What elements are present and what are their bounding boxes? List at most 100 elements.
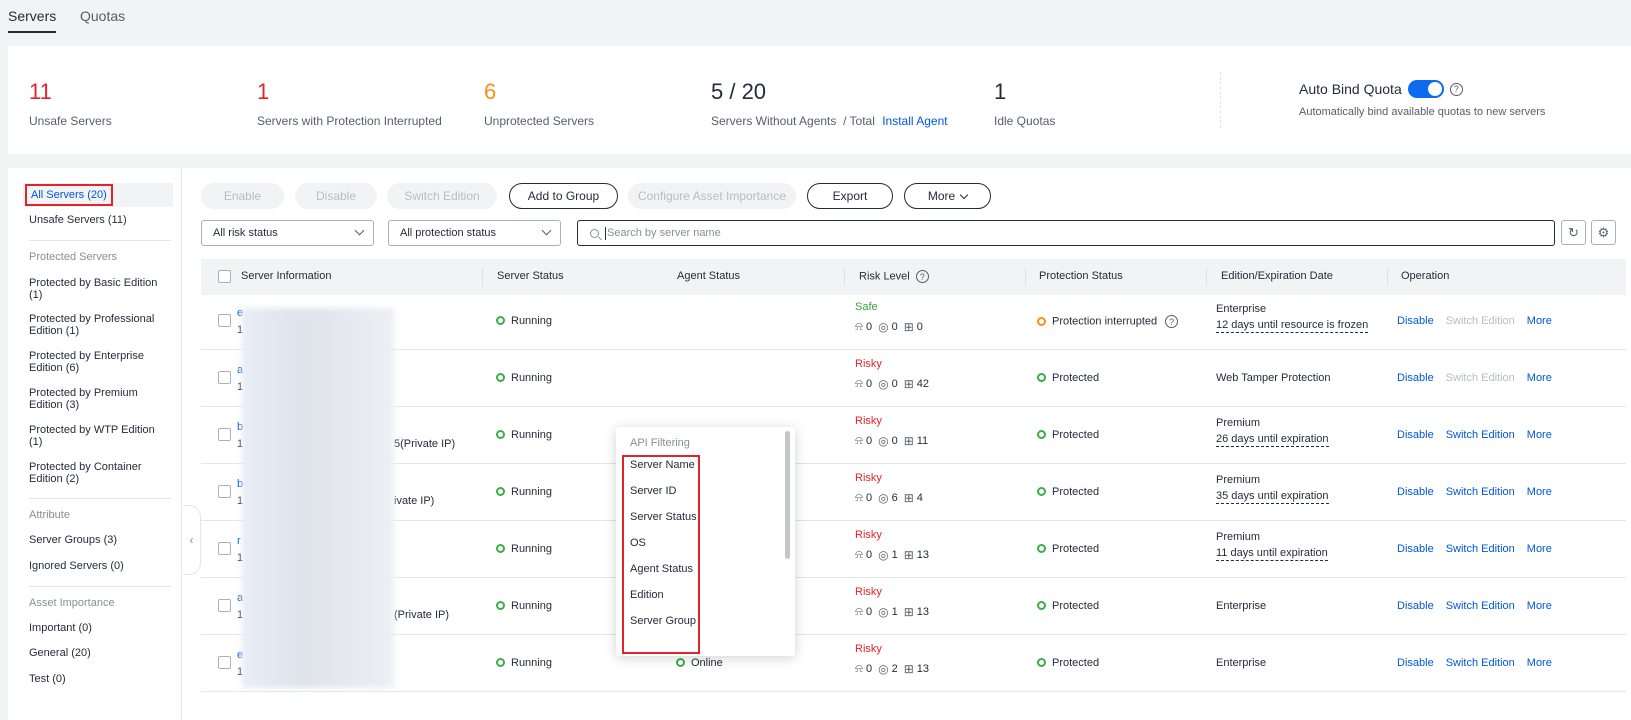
disable-link[interactable]: Disable: [1397, 372, 1434, 384]
help-icon[interactable]: ?: [915, 270, 929, 283]
refresh-icon[interactable]: ↻: [1561, 220, 1586, 245]
alarm-count[interactable]: ⍾ 0: [855, 376, 872, 391]
switch-edition-link[interactable]: Switch Edition: [1446, 315, 1515, 327]
vulnerability-count[interactable]: ◎ 1: [878, 548, 898, 562]
row-checkbox[interactable]: [218, 485, 231, 498]
switch-edition-link[interactable]: Switch Edition: [1446, 657, 1515, 669]
add-to-group-button[interactable]: Add to Group: [509, 183, 618, 209]
dropdown-scrollbar[interactable]: [785, 431, 790, 559]
export-button[interactable]: Export: [807, 183, 893, 209]
dropdown-item-os[interactable]: OS: [630, 537, 646, 549]
disable-link[interactable]: Disable: [1397, 429, 1434, 441]
dropdown-item-server-name[interactable]: Server Name: [630, 459, 695, 471]
switch-edition-link[interactable]: Switch Edition: [1446, 372, 1515, 384]
sidebar-item-test[interactable]: Test (0): [29, 673, 163, 685]
alarm-count[interactable]: ⍾ 0: [855, 547, 872, 562]
alarm-count[interactable]: ⍾ 0: [855, 490, 872, 505]
gear-icon[interactable]: ⚙: [1591, 220, 1616, 245]
stat-unsafe[interactable]: 11 Unsafe Servers: [29, 80, 112, 129]
baseline-count[interactable]: ⊞ 13: [904, 548, 929, 562]
sidebar-item-important[interactable]: Important (0): [29, 622, 163, 634]
alarm-count[interactable]: ⍾ 0: [855, 319, 872, 334]
row-checkbox[interactable]: [218, 314, 231, 327]
vulnerability-count[interactable]: ◎ 0: [878, 320, 898, 334]
alarm-count[interactable]: ⍾ 0: [855, 661, 872, 676]
more-link[interactable]: More: [1527, 486, 1552, 498]
sidebar-item-ignored[interactable]: Ignored Servers (0): [29, 560, 163, 572]
sidebar-item-professional[interactable]: Protected by Professional Edition (1): [29, 313, 163, 337]
row-checkbox[interactable]: [218, 656, 231, 669]
dropdown-item-server-id[interactable]: Server ID: [630, 485, 676, 497]
sidebar-item-basic[interactable]: Protected by Basic Edition (1): [29, 277, 163, 301]
vulnerability-count[interactable]: ◎ 6: [878, 491, 898, 505]
sidebar-item-all-servers[interactable]: All Servers (20): [25, 184, 113, 206]
disable-link[interactable]: Disable: [1397, 600, 1434, 612]
dropdown-item-agent-status[interactable]: Agent Status: [630, 563, 693, 575]
risk-status-select[interactable]: All risk status: [201, 220, 374, 246]
expiration-text[interactable]: 35 days until expiration: [1216, 490, 1329, 504]
more-link[interactable]: More: [1527, 543, 1552, 555]
tab-servers[interactable]: Servers: [8, 8, 57, 33]
table-row[interactable]: e 1 Running Safe ⍾ 0 ◎ 0 ⊞ 0 Protection interrupte…: [201, 293, 1626, 350]
expiration-text[interactable]: 12 days until resource is frozen: [1216, 319, 1369, 333]
disable-button[interactable]: Disable: [295, 183, 377, 209]
table-row[interactable]: b 1 5(Private IP) Running Risky ⍾ 0 ◎ 0 ⊞ 11 Protec…: [201, 407, 1626, 464]
baseline-count[interactable]: ⊞ 13: [904, 605, 929, 619]
help-icon[interactable]: ?: [1449, 82, 1463, 96]
row-checkbox[interactable]: [218, 599, 231, 612]
stat-idle-quotas[interactable]: 1 Idle Quotas: [994, 80, 1055, 129]
switch-edition-link[interactable]: Switch Edition: [1446, 600, 1515, 612]
configure-asset-importance-button[interactable]: Configure Asset Importance: [628, 183, 796, 209]
table-row[interactable]: a 1 Running Risky ⍾ 0 ◎ 0 ⊞ 42 Protected Web Tamper…: [201, 350, 1626, 407]
sidebar-collapse-chevron-icon[interactable]: ‹: [183, 505, 201, 575]
dropdown-item-server-status[interactable]: Server Status: [630, 511, 697, 523]
vulnerability-count[interactable]: ◎ 0: [878, 377, 898, 391]
sidebar-item-enterprise[interactable]: Protected by Enterprise Edition (6): [29, 350, 163, 374]
row-checkbox[interactable]: [218, 542, 231, 555]
expiration-text[interactable]: 26 days until expiration: [1216, 433, 1329, 447]
baseline-count[interactable]: ⊞ 11: [904, 434, 928, 448]
row-checkbox[interactable]: [218, 428, 231, 441]
alarm-count[interactable]: ⍾ 0: [855, 433, 872, 448]
disable-link[interactable]: Disable: [1397, 543, 1434, 555]
more-link[interactable]: More: [1527, 315, 1552, 327]
more-link[interactable]: More: [1527, 657, 1552, 669]
sidebar-item-unsafe[interactable]: Unsafe Servers (11): [29, 214, 163, 226]
stat-interrupted[interactable]: 1 Servers with Protection Interrupted: [257, 80, 442, 129]
expiration-text[interactable]: 11 days until expiration: [1216, 547, 1328, 561]
sidebar-item-container[interactable]: Protected by Container Edition (2): [29, 461, 163, 485]
vulnerability-count[interactable]: ◎ 0: [878, 434, 898, 448]
baseline-count[interactable]: ⊞ 0: [904, 320, 923, 334]
switch-edition-button[interactable]: Switch Edition: [387, 183, 497, 209]
table-row[interactable]: e 1 Running Online Risky ⍾ 0 ◎ 2 ⊞ 13 Protected Ente…: [201, 635, 1626, 692]
dropdown-item-server-group[interactable]: Server Group: [630, 615, 696, 627]
baseline-count[interactable]: ⊞ 4: [904, 491, 923, 505]
auto-bind-toggle[interactable]: [1407, 80, 1444, 98]
more-link[interactable]: More: [1527, 429, 1552, 441]
table-row[interactable]: a1(Private IP)RunningOnlineRisky⍾0◎1⊞13P…: [201, 578, 1626, 635]
row-checkbox[interactable]: [218, 371, 231, 384]
more-link[interactable]: More: [1527, 600, 1552, 612]
sidebar-item-server-groups[interactable]: Server Groups (3): [29, 534, 163, 546]
enable-button[interactable]: Enable: [201, 183, 284, 209]
switch-edition-link[interactable]: Switch Edition: [1446, 543, 1515, 555]
disable-link[interactable]: Disable: [1397, 486, 1434, 498]
vulnerability-count[interactable]: ◎ 2: [878, 662, 898, 676]
sidebar-item-wtp[interactable]: Protected by WTP Edition (1): [29, 424, 163, 448]
table-row[interactable]: b1ivate IP)RunningOnlineRisky⍾0◎6⊞4Prote…: [201, 464, 1626, 521]
alarm-count[interactable]: ⍾ 0: [855, 604, 872, 619]
protection-status-select[interactable]: All protection status: [388, 220, 561, 246]
sidebar-item-premium[interactable]: Protected by Premium Edition (3): [29, 387, 163, 411]
more-link[interactable]: More: [1527, 372, 1552, 384]
baseline-count[interactable]: ⊞ 13: [904, 662, 929, 676]
help-icon[interactable]: ?: [1165, 315, 1179, 328]
server-name-link[interactable]: r: [237, 535, 241, 547]
stat-unprotected[interactable]: 6 Unprotected Servers: [484, 80, 594, 129]
switch-edition-link[interactable]: Switch Edition: [1446, 429, 1515, 441]
disable-link[interactable]: Disable: [1397, 657, 1434, 669]
install-agent-link[interactable]: Install Agent: [882, 114, 947, 128]
table-row[interactable]: r1RunningOnlineRisky⍾0◎1⊞13ProtectedPrem…: [201, 521, 1626, 578]
vulnerability-count[interactable]: ◎ 1: [878, 605, 898, 619]
select-all-checkbox[interactable]: [218, 270, 231, 283]
baseline-count[interactable]: ⊞ 42: [904, 377, 929, 391]
